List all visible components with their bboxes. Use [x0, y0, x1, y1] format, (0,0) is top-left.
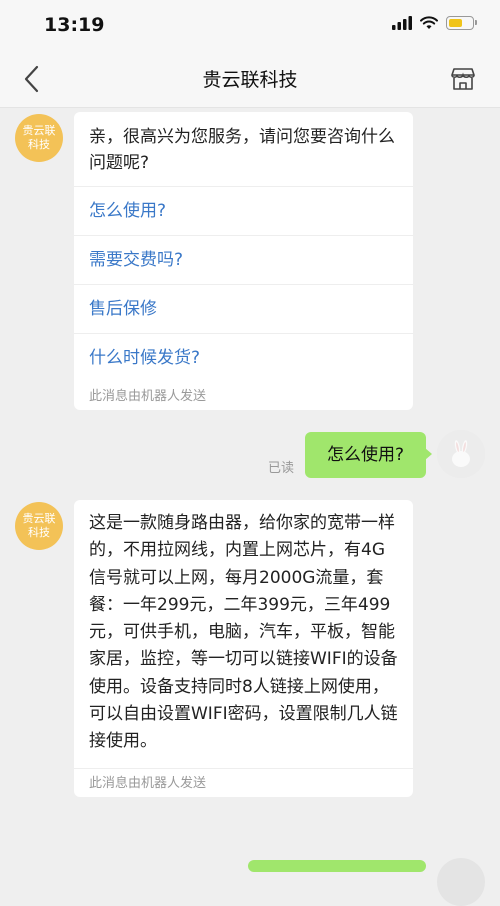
battery-icon [446, 16, 477, 30]
robot-sent-note: 此消息由机器人发送 [74, 767, 413, 797]
user-avatar[interactable] [437, 430, 485, 478]
rabbit-avatar-icon [437, 430, 485, 478]
option-warranty[interactable]: 售后保修 [74, 284, 413, 333]
status-icons [392, 16, 477, 30]
option-fees[interactable]: 需要交费吗? [74, 235, 413, 284]
bot-avatar-label: 贵云联 科技 [22, 124, 56, 151]
bot-answer-bubble: 这是一款随身路由器，给你家的宽带一样的，不用拉网线，内置上网芯片，有4G信号就可… [74, 500, 413, 797]
status-bar: 13:19 [0, 0, 500, 50]
status-time: 13:19 [44, 14, 105, 36]
bot-avatar[interactable]: 贵云联 科技 [15, 502, 63, 550]
robot-sent-note: 此消息由机器人发送 [89, 389, 207, 404]
user-message-bubble [248, 860, 426, 872]
option-shipping-time[interactable]: 什么时候发货? [74, 333, 413, 382]
nav-bar: 贵云联科技 [0, 50, 500, 108]
option-how-to-use[interactable]: 怎么使用? [74, 186, 413, 235]
read-receipt: 已读 [268, 461, 295, 476]
user-message-bubble: 怎么使用? [305, 432, 432, 478]
bot-welcome-bubble: 亲，很高兴为您服务，请问您要咨询什么问题呢? 怎么使用? 需要交费吗? 售后保修… [74, 112, 413, 410]
bot-avatar-label: 贵云联 科技 [22, 512, 56, 539]
bot-avatar[interactable]: 贵云联 科技 [15, 114, 63, 162]
wifi-icon [420, 16, 438, 29]
answer-text: 这是一款随身路由器，给你家的宽带一样的，不用拉网线，内置上网芯片，有4G信号就可… [89, 513, 398, 752]
page-title: 贵云联科技 [202, 69, 298, 91]
shop-icon[interactable] [450, 66, 476, 92]
signal-icon [392, 16, 412, 30]
welcome-text: 亲，很高兴为您服务，请问您要咨询什么问题呢? [89, 127, 395, 173]
user-avatar[interactable] [437, 858, 485, 906]
